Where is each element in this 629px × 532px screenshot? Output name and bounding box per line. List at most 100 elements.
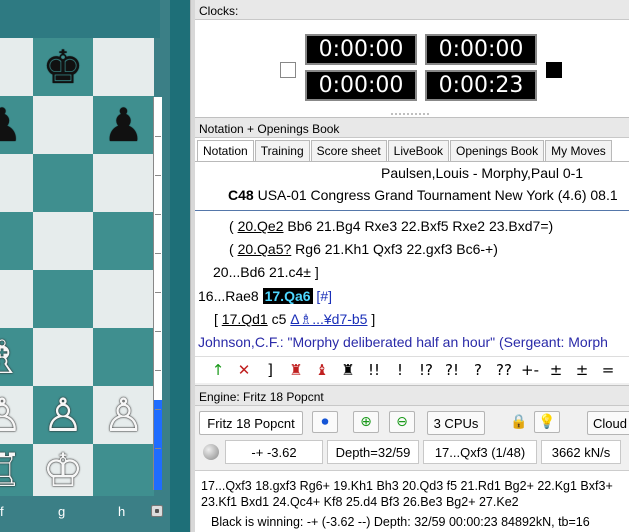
principal-variation-line-2[interactable]: 23.Kf1 Bxd1 24.Qc4+ Kf8 25.d4 Bf3 26.Be3… (201, 494, 629, 510)
rook-annotation-button[interactable]: ♜ (283, 361, 309, 379)
clock-white-top: 0:00:00 (305, 34, 417, 65)
variation-line-4[interactable]: [ 17.Qd1 c5 Δ♗...¥d7-b5 ] (214, 311, 375, 328)
square-h6[interactable] (93, 154, 154, 212)
white-piece[interactable]: ♔ (42, 447, 83, 493)
square-f6[interactable] (0, 154, 33, 212)
variation-open: [ (214, 311, 222, 327)
square-f3[interactable]: ♗ (0, 328, 33, 386)
white-piece[interactable]: ♗ (0, 334, 23, 380)
square-g7[interactable] (33, 96, 93, 154)
square-g2[interactable]: ♙ (33, 386, 93, 444)
black-piece[interactable]: ♟ (103, 102, 144, 148)
blunder-button[interactable]: ?? (491, 361, 517, 379)
good-move-button[interactable]: ! (387, 361, 413, 379)
square-h3[interactable] (93, 328, 154, 386)
evaluation-bar-tick (155, 292, 161, 293)
square-f4[interactable] (0, 270, 33, 328)
square-g5[interactable] (33, 212, 93, 270)
resize-grip[interactable] (390, 112, 430, 116)
principal-variation-line-1[interactable]: 17...Qxf3 18.gxf3 Rg6+ 19.Kh1 Bh3 20.Qd3… (201, 478, 629, 494)
engine-name-button[interactable]: Fritz 18 Popcnt (199, 411, 303, 435)
tab-training[interactable]: Training (254, 140, 310, 161)
square-h8[interactable] (93, 38, 154, 96)
square-f8[interactable] (0, 38, 33, 96)
chess-board[interactable]: ♚ ♟ ♟ ♗ ♙ ♙ ♙ ♖ ♔ (0, 38, 154, 496)
move-20-qa5[interactable]: 20.Qa5? (238, 241, 292, 257)
square-h5[interactable] (93, 212, 154, 270)
game-players: Paulsen,Louis - Morphy,Paul 0-1 (381, 165, 584, 181)
variation-line-2[interactable]: ( 20.Qa5? Rg6 21.Kh1 Qxf3 22.gxf3 Bc6-+) (229, 241, 498, 257)
current-move[interactable]: 17.Qa6 (262, 288, 313, 304)
square-h2[interactable]: ♙ (93, 386, 154, 444)
square-h7[interactable]: ♟ (93, 96, 154, 154)
square-f5[interactable] (0, 212, 33, 270)
bishop-annotation-button[interactable]: ♝ (309, 361, 335, 379)
white-to-move-indicator (280, 62, 296, 78)
lightbulb-icon[interactable]: 💡 (534, 411, 560, 433)
promote-variation-button[interactable]: ↑ (205, 361, 231, 379)
cpus-button[interactable]: 3 CPUs (427, 411, 485, 435)
tab-score-sheet[interactable]: Score sheet (310, 140, 387, 161)
end-variation-button[interactable]: ] (257, 361, 283, 379)
game-event: C48 USA-01 Congress Grand Tournament New… (228, 187, 618, 203)
engine-output[interactable]: 17...Qxf3 18.gxf3 Rg6+ 19.Kh1 Bh3 20.Qd3… (195, 470, 629, 532)
square-f2[interactable]: ♙ (0, 386, 33, 444)
annotation-comment[interactable]: Johnson,C.F.: "Morphy deliberated half a… (198, 334, 608, 350)
square-g8[interactable]: ♚ (33, 38, 93, 96)
variation-moves[interactable]: Bb6 21.Bg4 Rxe3 22.Bxf5 Rxe2 23.Bxd7=) (284, 218, 553, 234)
white-piece[interactable]: ♙ (42, 392, 83, 438)
stop-engine-icon[interactable]: ⏺ (312, 411, 338, 433)
tabs-divider (195, 161, 629, 162)
white-better-button[interactable]: ± (543, 361, 569, 379)
square-g1[interactable]: ♔ (33, 444, 93, 496)
equal-button[interactable]: = (595, 361, 621, 379)
square-f7[interactable]: ♟ (0, 96, 33, 154)
variation-moves[interactable]: Rg6 21.Kh1 Qxf3 22.gxf3 Bc6-+) (291, 241, 498, 257)
board-panel: ♚ ♟ ♟ ♗ ♙ ♙ ♙ ♖ ♔ f g h (0, 0, 190, 532)
black-piece[interactable]: ♟ (0, 102, 23, 148)
variation-moves[interactable]: c5 (268, 311, 291, 327)
engine-panel-title: Engine: Fritz 18 Popcnt (195, 386, 629, 406)
cloud-button[interactable]: Cloud (587, 411, 629, 435)
variation-line-1[interactable]: ( 20.Qe2 Bb6 21.Bg4 Rxe3 22.Bxf5 Rxe2 23… (229, 218, 553, 234)
event-name: USA-01 Congress Grand Tournament New Yor… (257, 187, 618, 203)
tab-livebook[interactable]: LiveBook (387, 140, 450, 161)
white-piece[interactable]: ♙ (103, 392, 144, 438)
white-slightly-better-button[interactable]: ± (569, 361, 595, 379)
right-pane: Clocks: 0:00:00 0:00:00 0:00:00 0:00:23 … (195, 0, 629, 532)
annotation-toolbar: ↑ ✕] ♜ ♝ ♜!!!!??!??? +- ± ± = (195, 356, 629, 382)
black-piece[interactable]: ♚ (42, 44, 83, 90)
dubious-move-button[interactable]: ?! (439, 361, 465, 379)
move-20-qe2[interactable]: 20.Qe2 (238, 218, 284, 234)
delete-variation-button[interactable]: ✕ (231, 361, 257, 379)
engine-evaluation: -+ -3.62 (225, 440, 323, 464)
board-top-margin (0, 0, 160, 38)
tab-my-moves[interactable]: My Moves (545, 140, 612, 161)
evaluation-bar-tick (155, 331, 161, 332)
move-17-qd1[interactable]: 17.Qd1 (222, 311, 268, 327)
tab-openings-book[interactable]: Openings Book (450, 140, 545, 161)
square-g6[interactable] (33, 154, 93, 212)
square-g3[interactable] (33, 328, 93, 386)
main-line[interactable]: 16...Rae8 17.Qa6 [#] (198, 288, 332, 304)
interesting-move-button[interactable]: !? (413, 361, 439, 379)
zoom-in-icon[interactable]: ⊕ (353, 411, 379, 433)
mistake-button[interactable]: ? (465, 361, 491, 379)
lock-icon[interactable]: 🔒 (506, 411, 532, 433)
file-label-g: g (58, 504, 66, 519)
square-f1[interactable]: ♖ (0, 444, 33, 496)
square-g4[interactable] (33, 270, 93, 328)
variation-line-3[interactable]: 20...Bd6 21.c4± ] (213, 264, 319, 280)
rook-annotation-2-button[interactable]: ♜ (335, 361, 361, 379)
zoom-out-icon[interactable]: ⊖ (389, 411, 415, 433)
tab-notation[interactable]: Notation (197, 140, 254, 162)
clocks-title: Clocks: (195, 0, 629, 20)
square-h4[interactable] (93, 270, 154, 328)
white-piece[interactable]: ♖ (0, 447, 23, 493)
brilliant-move-button[interactable]: !! (361, 361, 387, 379)
move-16-rae8[interactable]: 16...Rae8 (198, 288, 263, 304)
white-piece[interactable]: ♙ (0, 392, 23, 438)
white-decisive-button[interactable]: +- (517, 361, 543, 379)
board-options-button[interactable] (151, 505, 163, 517)
square-h1[interactable] (93, 444, 154, 496)
